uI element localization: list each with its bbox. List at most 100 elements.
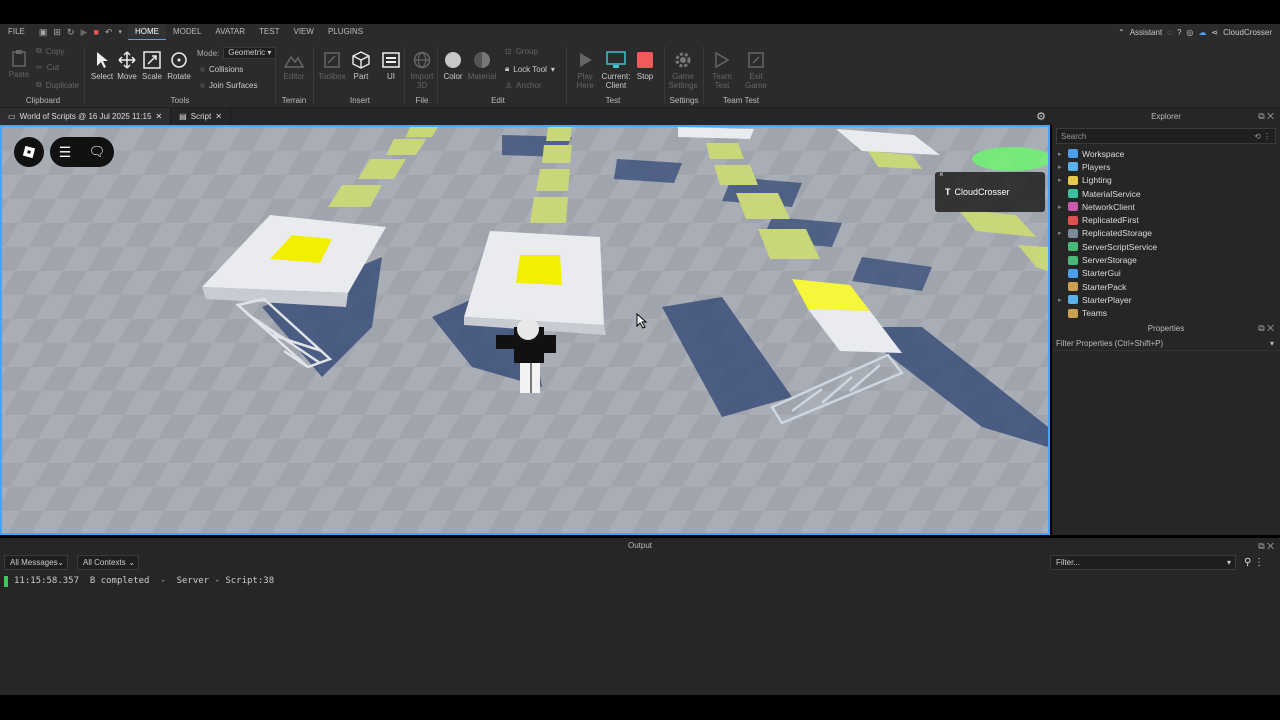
panel-controls[interactable]: ⧉ ✕ — [1258, 538, 1274, 554]
lock-tool-button[interactable]: 🔒︎ Lock Tool ▾ — [505, 64, 555, 74]
all-contexts-dropdown[interactable]: All Contexts ⌄ — [77, 555, 139, 570]
filter-properties-input[interactable]: Filter Properties (Ctrl+Shift+P) ▾ — [1052, 337, 1280, 351]
anchor-button[interactable]: ⚓︎ Anchor — [505, 81, 542, 90]
expand-arrow-icon[interactable]: ▸ — [1058, 296, 1068, 304]
chevron-up-icon[interactable]: ⌃ — [1118, 28, 1125, 37]
game-viewport[interactable]: ☰ 🗨︎ × T CloudCrosser — [0, 125, 1050, 535]
user-name[interactable]: CloudCrosser — [1223, 28, 1272, 37]
play-icon[interactable]: ▶ — [81, 27, 88, 38]
team-test-button[interactable]: Team Test — [707, 50, 737, 90]
explorer-item[interactable]: ▸ StarterPlayer — [1052, 293, 1280, 306]
explorer-item[interactable]: ▸ Lighting — [1052, 174, 1280, 187]
shadow — [614, 159, 682, 183]
copy-button[interactable]: ⧉ Copy — [36, 46, 64, 56]
import-3d-button[interactable]: Import 3D — [407, 50, 437, 90]
explorer-item[interactable]: Teams — [1052, 307, 1280, 320]
color-swatch-icon — [443, 50, 463, 70]
undo-icon[interactable]: ↶ — [105, 27, 113, 38]
chevron-down-icon: ⌄ — [57, 558, 64, 567]
explorer-item[interactable]: ▸ ReplicatedStorage — [1052, 227, 1280, 240]
cloud-icon[interactable]: ☁ — [1198, 28, 1206, 37]
checkbox-icon — [200, 83, 205, 88]
explorer-item[interactable]: ▸ NetworkClient — [1052, 200, 1280, 213]
expand-arrow-icon[interactable]: ▸ — [1058, 150, 1068, 158]
explorer-item[interactable]: ReplicatedFirst — [1052, 213, 1280, 226]
collisions-toggle[interactable]: Collisions — [200, 65, 243, 74]
close-icon[interactable]: ✕ — [155, 112, 162, 121]
tab-world-of-scripts[interactable]: ▭ World of Scripts @ 16 Jul 2025 11:15 ✕ — [0, 108, 172, 125]
clipboard-group-label: Clipboard — [25, 96, 61, 105]
hamburger-menu-icon[interactable]: ☰ — [59, 144, 72, 161]
explorer-item[interactable]: StarterGui — [1052, 267, 1280, 280]
tab-model[interactable]: MODEL — [166, 24, 208, 40]
scale-button[interactable]: Scale — [137, 50, 167, 81]
duplicate-button[interactable]: ⧉ Duplicate — [36, 80, 79, 90]
hud-pill: ☰ 🗨︎ — [50, 137, 114, 167]
stop-icon[interactable]: ■ — [93, 27, 98, 37]
service-icon — [1068, 268, 1078, 278]
chevron-down-icon[interactable]: ▾ — [1270, 337, 1274, 351]
save-icon[interactable]: ▣ — [39, 27, 48, 38]
terrain-editor-button[interactable]: Editor — [279, 50, 309, 81]
tab-script[interactable]: ▤ Script ✕ — [171, 108, 231, 125]
play-here-button[interactable]: Play Here — [570, 50, 600, 90]
panel-controls[interactable]: ⧉ ✕ — [1258, 320, 1274, 337]
refresh-icon[interactable]: ↻ — [67, 27, 75, 38]
publish-icon[interactable]: ⊞ — [53, 27, 61, 38]
chat-icon[interactable]: ◌ — [1167, 28, 1172, 37]
notification-icon[interactable]: ◎ — [1186, 28, 1193, 37]
explorer-item[interactable]: StarterPack — [1052, 280, 1280, 293]
tab-view[interactable]: VIEW — [286, 24, 320, 40]
tab-avatar[interactable]: AVATAR — [208, 24, 252, 40]
close-icon[interactable]: ✕ — [215, 112, 222, 121]
explorer-item[interactable]: ▸ Players — [1052, 160, 1280, 173]
stop-button[interactable]: Stop — [630, 50, 660, 81]
panel-controls[interactable]: ⧉ ✕ — [1258, 108, 1274, 125]
assistant-button[interactable]: Assistant — [1130, 28, 1162, 37]
rotate-button[interactable]: Rotate — [164, 50, 194, 81]
output-filter-input[interactable]: Filter... ▾ — [1050, 555, 1236, 570]
ribbon-divider — [703, 46, 704, 104]
tab-test[interactable]: TEST — [252, 24, 286, 40]
file-menu[interactable]: FILE — [0, 24, 33, 40]
toolbox-button[interactable]: Toolbox — [317, 50, 347, 81]
exit-game-button[interactable]: Exit Game — [741, 50, 771, 90]
part-button[interactable]: Part — [346, 50, 376, 81]
globe-icon — [412, 50, 432, 70]
roblox-menu-button[interactable] — [14, 137, 44, 167]
explorer-item[interactable]: ServerStorage — [1052, 253, 1280, 266]
current-client-button[interactable]: Current: Client — [600, 50, 632, 90]
close-icon[interactable]: × — [939, 170, 944, 179]
explorer-item[interactable]: ▸ Workspace — [1052, 147, 1280, 160]
expand-arrow-icon[interactable]: ▸ — [1058, 163, 1068, 171]
expand-arrow-icon[interactable]: ▸ — [1058, 203, 1068, 211]
viewport-settings-icon[interactable]: ⚙ — [1036, 110, 1046, 123]
explorer-item[interactable]: MaterialService — [1052, 187, 1280, 200]
material-button[interactable]: Material — [467, 50, 497, 81]
script-icon: ▤ — [179, 112, 187, 121]
share-icon[interactable]: ⋖ — [1211, 28, 1218, 37]
expand-arrow-icon[interactable]: ▸ — [1058, 176, 1068, 184]
expand-arrow-icon[interactable]: ▸ — [1058, 229, 1068, 237]
tab-plugins[interactable]: PLUGINS — [321, 24, 370, 40]
explorer-item[interactable]: ServerScriptService — [1052, 240, 1280, 253]
chevron-down-icon: ▾ — [550, 64, 555, 74]
history-icon[interactable]: ⟲ ⋮ — [1254, 132, 1271, 141]
chat-bubble-icon[interactable]: 🗨︎ — [89, 144, 106, 160]
tab-home[interactable]: HOME — [127, 24, 166, 40]
join-surfaces-toggle[interactable]: Join Surfaces — [200, 81, 257, 90]
ui-button[interactable]: UI — [376, 50, 406, 81]
dropdown-icon[interactable]: ▾ — [118, 28, 122, 36]
all-messages-dropdown[interactable]: All Messages ⌄ — [4, 555, 68, 570]
game-settings-button[interactable]: Game Settings — [668, 50, 698, 90]
color-button[interactable]: Color — [438, 50, 468, 81]
explorer-search-input[interactable]: Search ⟲ ⋮ — [1056, 128, 1276, 144]
paste-button[interactable]: Paste — [4, 48, 34, 79]
clear-output-icon[interactable]: ⚲ ⋮ — [1244, 557, 1264, 568]
platform — [678, 127, 754, 139]
group-button[interactable]: ⊡ Group — [505, 47, 538, 56]
cut-button[interactable]: ✂ Cut — [36, 63, 59, 72]
help-icon[interactable]: ? — [1177, 28, 1181, 37]
mode-dropdown[interactable]: Geometric ▾ — [223, 47, 277, 59]
material-icon — [472, 50, 492, 70]
